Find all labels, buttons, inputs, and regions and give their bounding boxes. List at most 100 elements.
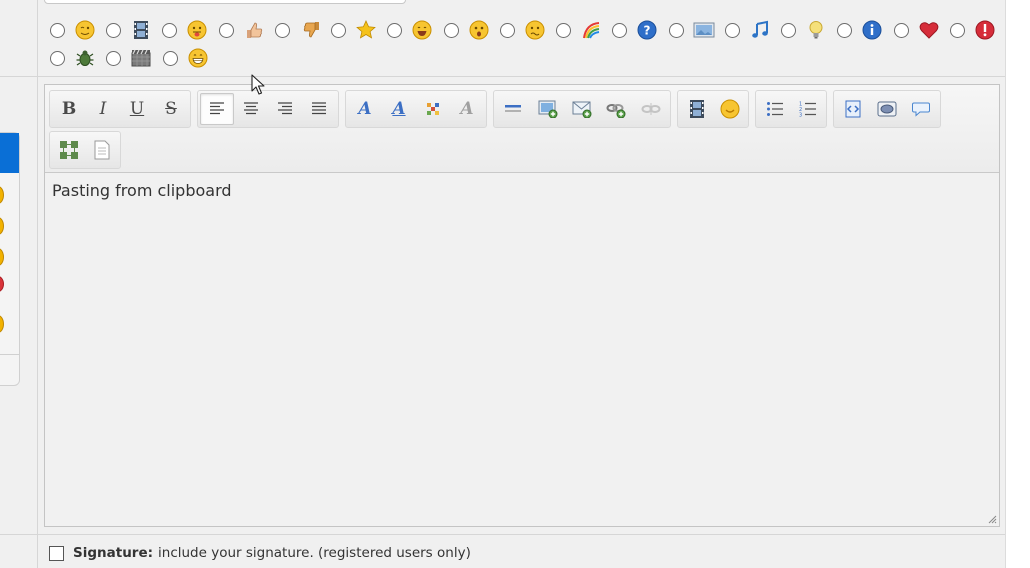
picture-icon[interactable] [693,19,715,41]
smilie-radio[interactable] [218,22,234,38]
smilie-option[interactable] [160,16,216,44]
page-scrollbar[interactable] [1005,0,1030,568]
insert-smilie-button[interactable] [713,93,746,125]
smilie-option[interactable] [161,44,217,72]
smilie-option[interactable] [498,16,554,44]
smilie-radio[interactable] [949,22,965,38]
smilie-radio[interactable] [668,22,684,38]
smilie-option[interactable] [48,16,104,44]
align-left-icon [210,102,225,115]
smilie-radio[interactable] [162,22,178,38]
resize-grip-icon[interactable] [988,515,997,524]
message-textarea[interactable]: Pasting from clipboard [45,174,999,526]
smilie-option[interactable] [554,16,610,44]
insert-link-button[interactable] [599,93,633,125]
align-center-button[interactable] [234,93,268,125]
laugh-icon[interactable] [411,19,433,41]
document-icon [94,140,109,160]
smilie-radio[interactable] [499,22,515,38]
star-icon[interactable] [355,19,377,41]
smilie-radio[interactable] [837,22,853,38]
unlink-button[interactable] [634,93,668,125]
smilie-radio[interactable] [612,22,628,38]
left-panel-tab[interactable] [0,133,19,173]
tongue-icon[interactable] [186,19,208,41]
smilie-option[interactable] [329,16,385,44]
source-button[interactable] [85,134,118,166]
underline-button[interactable]: U [120,93,154,125]
heart-icon[interactable] [918,19,940,41]
insert-email-button[interactable] [565,93,599,125]
shocked-icon[interactable] [468,19,490,41]
bug-icon[interactable] [74,47,96,69]
insert-video-button[interactable] [680,93,713,125]
smilie-radio[interactable] [443,22,459,38]
code-button[interactable] [836,93,870,125]
message-text[interactable]: Pasting from clipboard [52,181,232,200]
justify-button[interactable] [302,93,336,125]
toggle-mode-button[interactable] [52,134,85,166]
text-color-button[interactable] [416,93,450,125]
php-button[interactable] [870,93,904,125]
smilie-option[interactable]: ? [610,16,666,44]
smilie-option[interactable] [385,16,441,44]
remove-format-button[interactable]: A [450,93,484,125]
smilie-option[interactable] [104,44,160,72]
smilie-option[interactable] [104,16,160,44]
smilie-option[interactable] [667,16,723,44]
smilie-option[interactable] [779,16,835,44]
insert-image-button[interactable] [530,93,564,125]
bullet-list-button[interactable] [758,93,791,125]
smilie-option[interactable] [217,16,273,44]
quote-button[interactable] [904,93,938,125]
smilie-radio[interactable] [893,22,909,38]
smilie-option[interactable] [835,16,891,44]
info-icon[interactable] [861,19,883,41]
smilie-radio[interactable] [106,22,122,38]
confused-icon[interactable] [524,19,546,41]
bold-button[interactable]: B [52,93,86,125]
align-right-button[interactable] [268,93,302,125]
smilie-radio[interactable] [274,22,290,38]
exclamation-icon[interactable] [974,19,996,41]
smilie-radio[interactable] [106,50,122,66]
smilie-radio[interactable] [724,22,740,38]
smilie-radio[interactable] [50,50,65,66]
smilie-option[interactable] [442,16,498,44]
horizontal-rule-button[interactable] [496,93,530,125]
music-note-icon[interactable] [749,19,771,41]
thumbs-up-icon[interactable] [243,19,265,41]
font-size-button[interactable]: A [382,93,416,125]
align-right-icon [278,102,293,115]
smilie-option[interactable] [273,16,329,44]
film-icon[interactable] [130,19,152,41]
signature-option[interactable]: Signature: include your signature. (regi… [49,545,471,561]
thumbs-down-icon[interactable] [299,19,321,41]
strikethrough-button[interactable]: S [154,93,188,125]
link-icon [606,104,626,118]
grin-icon[interactable] [187,47,209,69]
lightbulb-icon[interactable] [805,19,827,41]
smilie-option[interactable] [948,16,1004,44]
smilie-option[interactable] [723,16,779,44]
smilie-option[interactable] [48,44,104,72]
font-button[interactable]: A [348,93,382,125]
title-input[interactable] [44,0,406,4]
left-sidebar-divider [0,76,38,77]
smilie-radio[interactable] [387,22,403,38]
smilie-radio[interactable] [781,22,797,38]
bold-icon: B [61,98,77,119]
smilie-radio[interactable] [50,22,65,38]
question-icon[interactable]: ? [636,19,658,41]
rainbow-icon[interactable] [580,19,602,41]
numbered-list-button[interactable]: 123 [791,93,824,125]
wink-icon[interactable] [74,19,96,41]
smilie-radio[interactable] [331,22,347,38]
smilie-radio[interactable] [556,22,572,38]
smilie-radio[interactable] [162,50,178,66]
signature-checkbox[interactable] [49,545,64,561]
italic-button[interactable]: I [86,93,120,125]
align-left-button[interactable] [200,93,235,125]
clapperboard-icon[interactable] [130,47,152,69]
smilie-option[interactable] [892,16,948,44]
